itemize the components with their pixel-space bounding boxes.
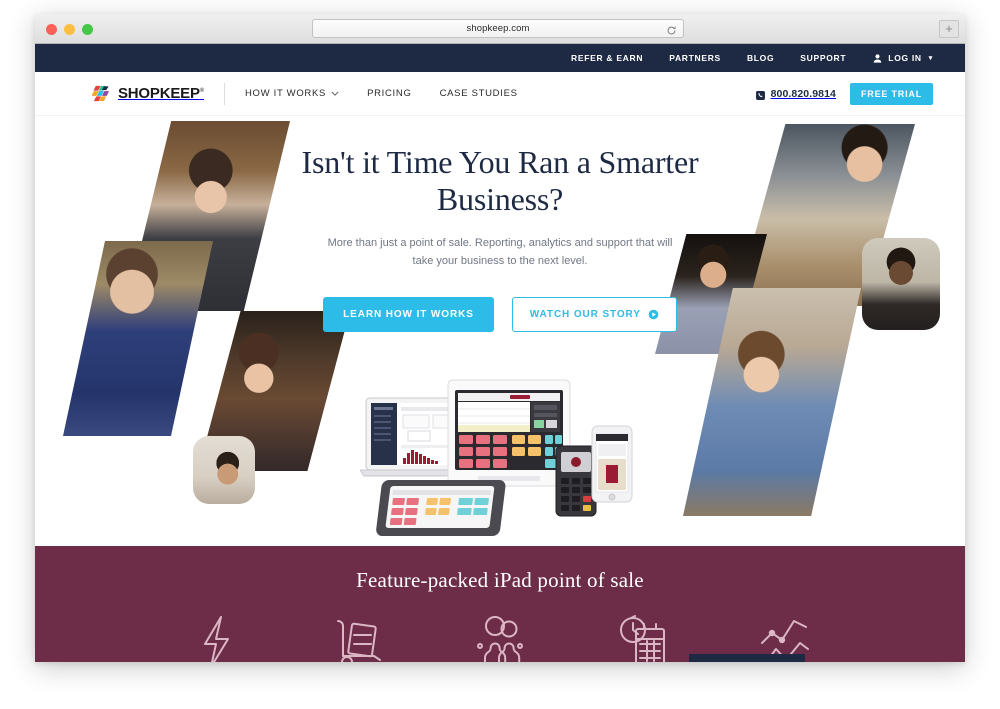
login-menu[interactable]: LOG IN ▾ xyxy=(872,53,933,64)
utility-link-support[interactable]: SUPPORT xyxy=(800,53,846,63)
feature-icon-row xyxy=(35,613,965,662)
free-trial-button[interactable]: FREE TRIAL xyxy=(850,82,933,105)
site-header: SHOPKEEP® HOW IT WORKS PRICING CASE STUD… xyxy=(35,72,965,116)
shopkeep-logo[interactable]: SHOPKEEP® xyxy=(91,84,204,103)
close-window-button[interactable] xyxy=(46,24,57,35)
clock-calendar-icon[interactable] xyxy=(614,613,670,662)
hero-content: Isn't it Time You Ran a Smarter Business… xyxy=(290,144,710,332)
browser-window: shopkeep.com + REFER & EARN PARTNERS BLO… xyxy=(35,14,965,662)
zoom-window-button[interactable] xyxy=(82,24,93,35)
window-controls xyxy=(46,24,93,35)
utility-nav: REFER & EARN PARTNERS BLOG SUPPORT LOG I… xyxy=(571,53,933,64)
nav-item-how-it-works-label: HOW IT WORKS xyxy=(245,88,327,99)
person-icon xyxy=(872,53,883,64)
chevron-down-icon xyxy=(331,89,339,98)
phone-icon xyxy=(755,88,766,100)
header-actions: 800.820.9814 FREE TRIAL xyxy=(755,82,933,105)
minimize-window-button[interactable] xyxy=(64,24,75,35)
logo-trademark: ® xyxy=(199,88,204,94)
iphone xyxy=(591,425,633,503)
chat-line-1: Chat is offline, xyxy=(695,661,799,663)
hero-title: Isn't it Time You Ran a Smarter Business… xyxy=(301,144,699,218)
utility-link-blog[interactable]: BLOG xyxy=(747,53,774,63)
url-text: shopkeep.com xyxy=(466,23,530,34)
photo-man-portrait-small-left xyxy=(193,436,255,504)
nav-item-how-it-works[interactable]: HOW IT WORKS xyxy=(245,88,339,99)
feature-band-title: Feature-packed iPad point of sale xyxy=(356,568,644,592)
customers-people-icon[interactable] xyxy=(472,613,528,662)
shopkeep-butterfly-logo-icon xyxy=(91,84,111,103)
browser-titlebar: shopkeep.com + xyxy=(35,14,965,44)
pos-devices-image xyxy=(359,368,640,540)
address-bar[interactable]: shopkeep.com xyxy=(312,19,684,38)
nav-item-pricing[interactable]: PRICING xyxy=(367,88,412,99)
photo-man-portrait-small-right xyxy=(862,238,940,330)
hero-section: Isn't it Time You Ran a Smarter Business… xyxy=(35,116,965,546)
page-content: REFER & EARN PARTNERS BLOG SUPPORT LOG I… xyxy=(35,44,965,662)
watch-our-story-label: WATCH OUR STORY xyxy=(529,308,641,320)
primary-nav: HOW IT WORKS PRICING CASE STUDIES xyxy=(245,88,518,99)
utility-link-refer-earn[interactable]: REFER & EARN xyxy=(571,53,643,63)
logo-wordmark: SHOPKEEP® xyxy=(118,85,204,102)
utility-link-partners[interactable]: PARTNERS xyxy=(669,53,721,63)
lightning-bolt-icon[interactable] xyxy=(188,613,244,662)
new-tab-button[interactable]: + xyxy=(939,20,959,38)
photo-woman-in-blue-dress-at-counter xyxy=(63,241,213,436)
nav-item-case-studies[interactable]: CASE STUDIES xyxy=(440,88,518,99)
play-circle-icon xyxy=(648,309,659,320)
phone-number: 800.820.9814 xyxy=(770,87,836,100)
header-divider xyxy=(224,82,225,105)
login-label: LOG IN xyxy=(888,53,922,63)
watch-our-story-button[interactable]: WATCH OUR STORY xyxy=(511,296,677,332)
utility-navigation-bar: REFER & EARN PARTNERS BLOG SUPPORT LOG I… xyxy=(35,44,965,72)
ipad-in-case xyxy=(376,480,506,536)
hand-truck-inventory-icon[interactable] xyxy=(330,613,386,662)
phone-link[interactable]: 800.820.9814 xyxy=(755,88,836,100)
feature-band: Feature-packed iPad point of sale xyxy=(35,546,965,662)
card-terminal xyxy=(555,445,597,517)
ipad-stand xyxy=(447,379,571,487)
reload-icon[interactable] xyxy=(666,23,677,35)
learn-how-it-works-button[interactable]: LEARN HOW IT WORKS xyxy=(323,296,494,332)
chevron-down-icon: ▾ xyxy=(928,55,933,62)
hero-subtitle: More than just a point of sale. Reportin… xyxy=(327,236,673,267)
chat-widget[interactable]: Chat is offline, leave us a message. xyxy=(689,653,805,663)
hero-cta-group: LEARN HOW IT WORKS WATCH OUR STORY xyxy=(290,296,710,332)
